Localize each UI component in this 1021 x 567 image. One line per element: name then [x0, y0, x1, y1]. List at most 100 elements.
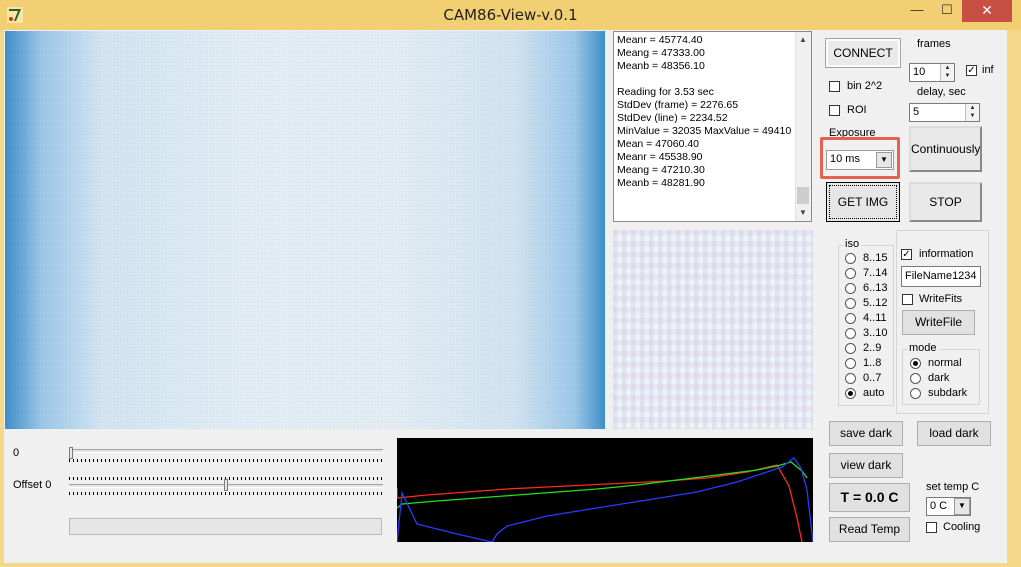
- spin-down-icon[interactable]: ▼: [941, 72, 954, 80]
- iso-option[interactable]: 6..13: [845, 282, 891, 297]
- offset-slider-ticks-bottom: [69, 492, 383, 495]
- iso-option[interactable]: 4..11: [845, 312, 891, 327]
- iso-option[interactable]: 1..8: [845, 357, 891, 372]
- iso-option[interactable]: 3..10: [845, 327, 891, 342]
- gain-label: 0: [13, 447, 20, 459]
- load-dark-button[interactable]: load dark: [917, 421, 991, 446]
- delay-field[interactable]: 5 ▲ ▼: [909, 103, 980, 122]
- radio-button[interactable]: [845, 253, 856, 264]
- inf-label: inf: [982, 64, 994, 76]
- window-title: CAM86-View-v.0.1: [443, 6, 578, 24]
- stop-button[interactable]: STOP: [909, 182, 982, 222]
- log-textbox[interactable]: Meanr = 45774.40 Meang = 47333.00 Meanb …: [613, 31, 812, 222]
- scroll-thumb[interactable]: [797, 187, 809, 204]
- cooling-label: Cooling: [943, 521, 981, 533]
- histogram-red: [397, 464, 803, 542]
- delay-value: 5: [913, 106, 920, 118]
- mode-legend: mode: [907, 342, 939, 354]
- radio-label: 1..8: [863, 357, 882, 369]
- set-temp-label: set temp C: [926, 481, 980, 493]
- iso-option[interactable]: 2..9: [845, 342, 891, 357]
- writefits-label: WriteFits: [919, 293, 963, 305]
- spin-down-icon[interactable]: ▼: [966, 112, 979, 120]
- maximize-button[interactable]: ☐: [932, 0, 962, 22]
- writefits-checkbox[interactable]: [902, 294, 913, 305]
- radio-label: dark: [928, 372, 950, 384]
- roi-checkbox[interactable]: [829, 105, 840, 116]
- radio-label: 7..14: [863, 267, 888, 279]
- log-text: Meanr = 45774.40 Meang = 47333.00 Meanb …: [617, 34, 792, 189]
- radio-button[interactable]: [910, 358, 921, 369]
- inf-checkbox[interactable]: ✓: [966, 65, 977, 76]
- radio-label: 6..13: [863, 282, 888, 294]
- radio-button[interactable]: [845, 358, 856, 369]
- gain-slider-thumb[interactable]: [69, 447, 73, 459]
- spin-up-icon[interactable]: ▲: [966, 104, 979, 112]
- mode-option[interactable]: subdark: [910, 387, 978, 402]
- radio-label: 5..12: [863, 297, 888, 309]
- chevron-down-icon[interactable]: ▼: [954, 498, 970, 515]
- view-dark-button[interactable]: view dark: [829, 453, 903, 478]
- radio-button[interactable]: [845, 328, 856, 339]
- bin-checkbox[interactable]: [829, 81, 840, 92]
- connect-button[interactable]: CONNECT: [825, 38, 901, 68]
- iso-option[interactable]: 0..7: [845, 372, 891, 387]
- exposure-highlight: [820, 137, 900, 179]
- delay-spinner[interactable]: ▲ ▼: [965, 104, 979, 121]
- information-label: information: [919, 248, 974, 260]
- histogram-green: [397, 461, 808, 509]
- minimize-button[interactable]: —: [902, 0, 932, 22]
- scroll-up-icon[interactable]: ▲: [795, 33, 811, 47]
- frames-label: frames: [917, 38, 951, 50]
- frames-field[interactable]: 10 ▲ ▼: [909, 63, 955, 82]
- filename-input[interactable]: FileName1234: [901, 266, 981, 287]
- radio-button[interactable]: [845, 373, 856, 384]
- iso-option[interactable]: 5..12: [845, 297, 891, 312]
- mode-option[interactable]: normal: [910, 357, 978, 372]
- roi-label: ROI: [847, 104, 867, 116]
- information-checkbox[interactable]: ✓: [901, 249, 912, 260]
- gain-slider-track[interactable]: [69, 449, 383, 453]
- radio-button[interactable]: [845, 283, 856, 294]
- set-temp-value: 0 C: [930, 500, 948, 512]
- iso-option[interactable]: auto: [845, 387, 891, 402]
- bin-label: bin 2^2: [847, 80, 883, 92]
- spin-up-icon[interactable]: ▲: [941, 64, 954, 72]
- scroll-down-icon[interactable]: ▼: [795, 206, 811, 220]
- radio-button[interactable]: [845, 268, 856, 279]
- iso-option[interactable]: 8..15: [845, 252, 891, 267]
- iso-legend: iso: [843, 238, 862, 250]
- radio-button[interactable]: [910, 388, 921, 399]
- cooling-checkbox[interactable]: [926, 522, 937, 533]
- close-button[interactable]: ✕: [962, 0, 1012, 22]
- radio-button[interactable]: [845, 343, 856, 354]
- save-dark-button[interactable]: save dark: [829, 421, 903, 446]
- continuously-button[interactable]: Continuously: [909, 126, 982, 172]
- radio-label: 8..15: [863, 252, 888, 264]
- radio-label: 2..9: [863, 342, 882, 354]
- set-temp-select[interactable]: 0 C ▼: [926, 497, 971, 516]
- frames-value: 10: [913, 66, 926, 78]
- offset-slider-thumb[interactable]: [224, 479, 228, 491]
- radio-button[interactable]: [910, 373, 921, 384]
- read-temp-button[interactable]: Read Temp: [829, 517, 910, 542]
- get-img-button[interactable]: GET IMG: [826, 182, 900, 222]
- delay-label: delay, sec: [917, 86, 966, 98]
- radio-label: 0..7: [863, 372, 882, 384]
- iso-option[interactable]: 7..14: [845, 267, 891, 282]
- radio-button[interactable]: [845, 388, 856, 399]
- radio-label: 3..10: [863, 327, 888, 339]
- writefile-button[interactable]: WriteFile: [902, 310, 975, 335]
- mode-option[interactable]: dark: [910, 372, 978, 387]
- camera-image-view[interactable]: [5, 31, 605, 429]
- radio-button[interactable]: [845, 313, 856, 324]
- offset-label: Offset 0: [13, 479, 52, 491]
- frames-spinner[interactable]: ▲ ▼: [940, 64, 954, 81]
- gain-slider-ticks: [69, 459, 383, 462]
- radio-button[interactable]: [845, 298, 856, 309]
- histogram: [397, 438, 813, 542]
- radio-label: 4..11: [863, 312, 887, 324]
- radio-label: normal: [928, 357, 962, 369]
- radio-label: auto: [863, 387, 885, 399]
- radio-label: subdark: [928, 387, 968, 399]
